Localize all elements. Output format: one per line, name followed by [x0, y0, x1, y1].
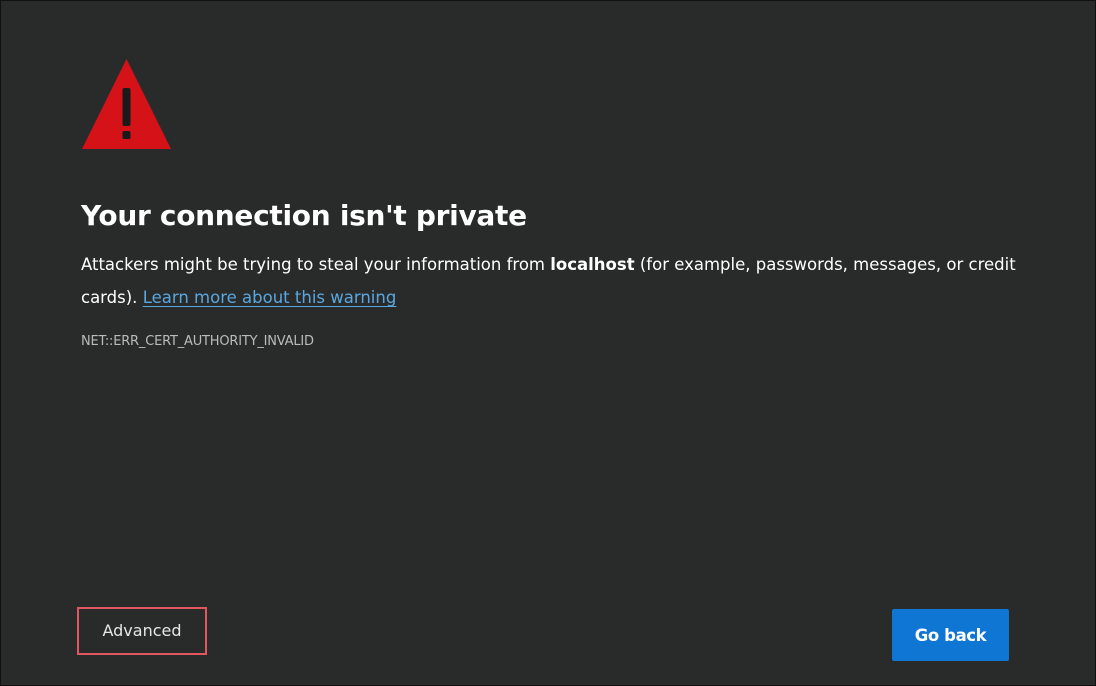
go-back-button[interactable]: Go back [892, 609, 1009, 661]
error-page: Your connection isn't private Attackers … [0, 0, 1096, 686]
learn-more-link[interactable]: Learn more about this warning [143, 288, 397, 307]
description-text: Attackers might be trying to steal your … [81, 255, 551, 274]
advanced-button[interactable]: Advanced [81, 611, 203, 651]
warning-triangle-icon [82, 59, 171, 149]
warning-description: Attackers might be trying to steal your … [81, 248, 1016, 314]
page-title: Your connection isn't private [81, 199, 527, 232]
error-code: NET::ERR_CERT_AUTHORITY_INVALID [81, 334, 314, 349]
host-name: localhost [550, 255, 635, 274]
